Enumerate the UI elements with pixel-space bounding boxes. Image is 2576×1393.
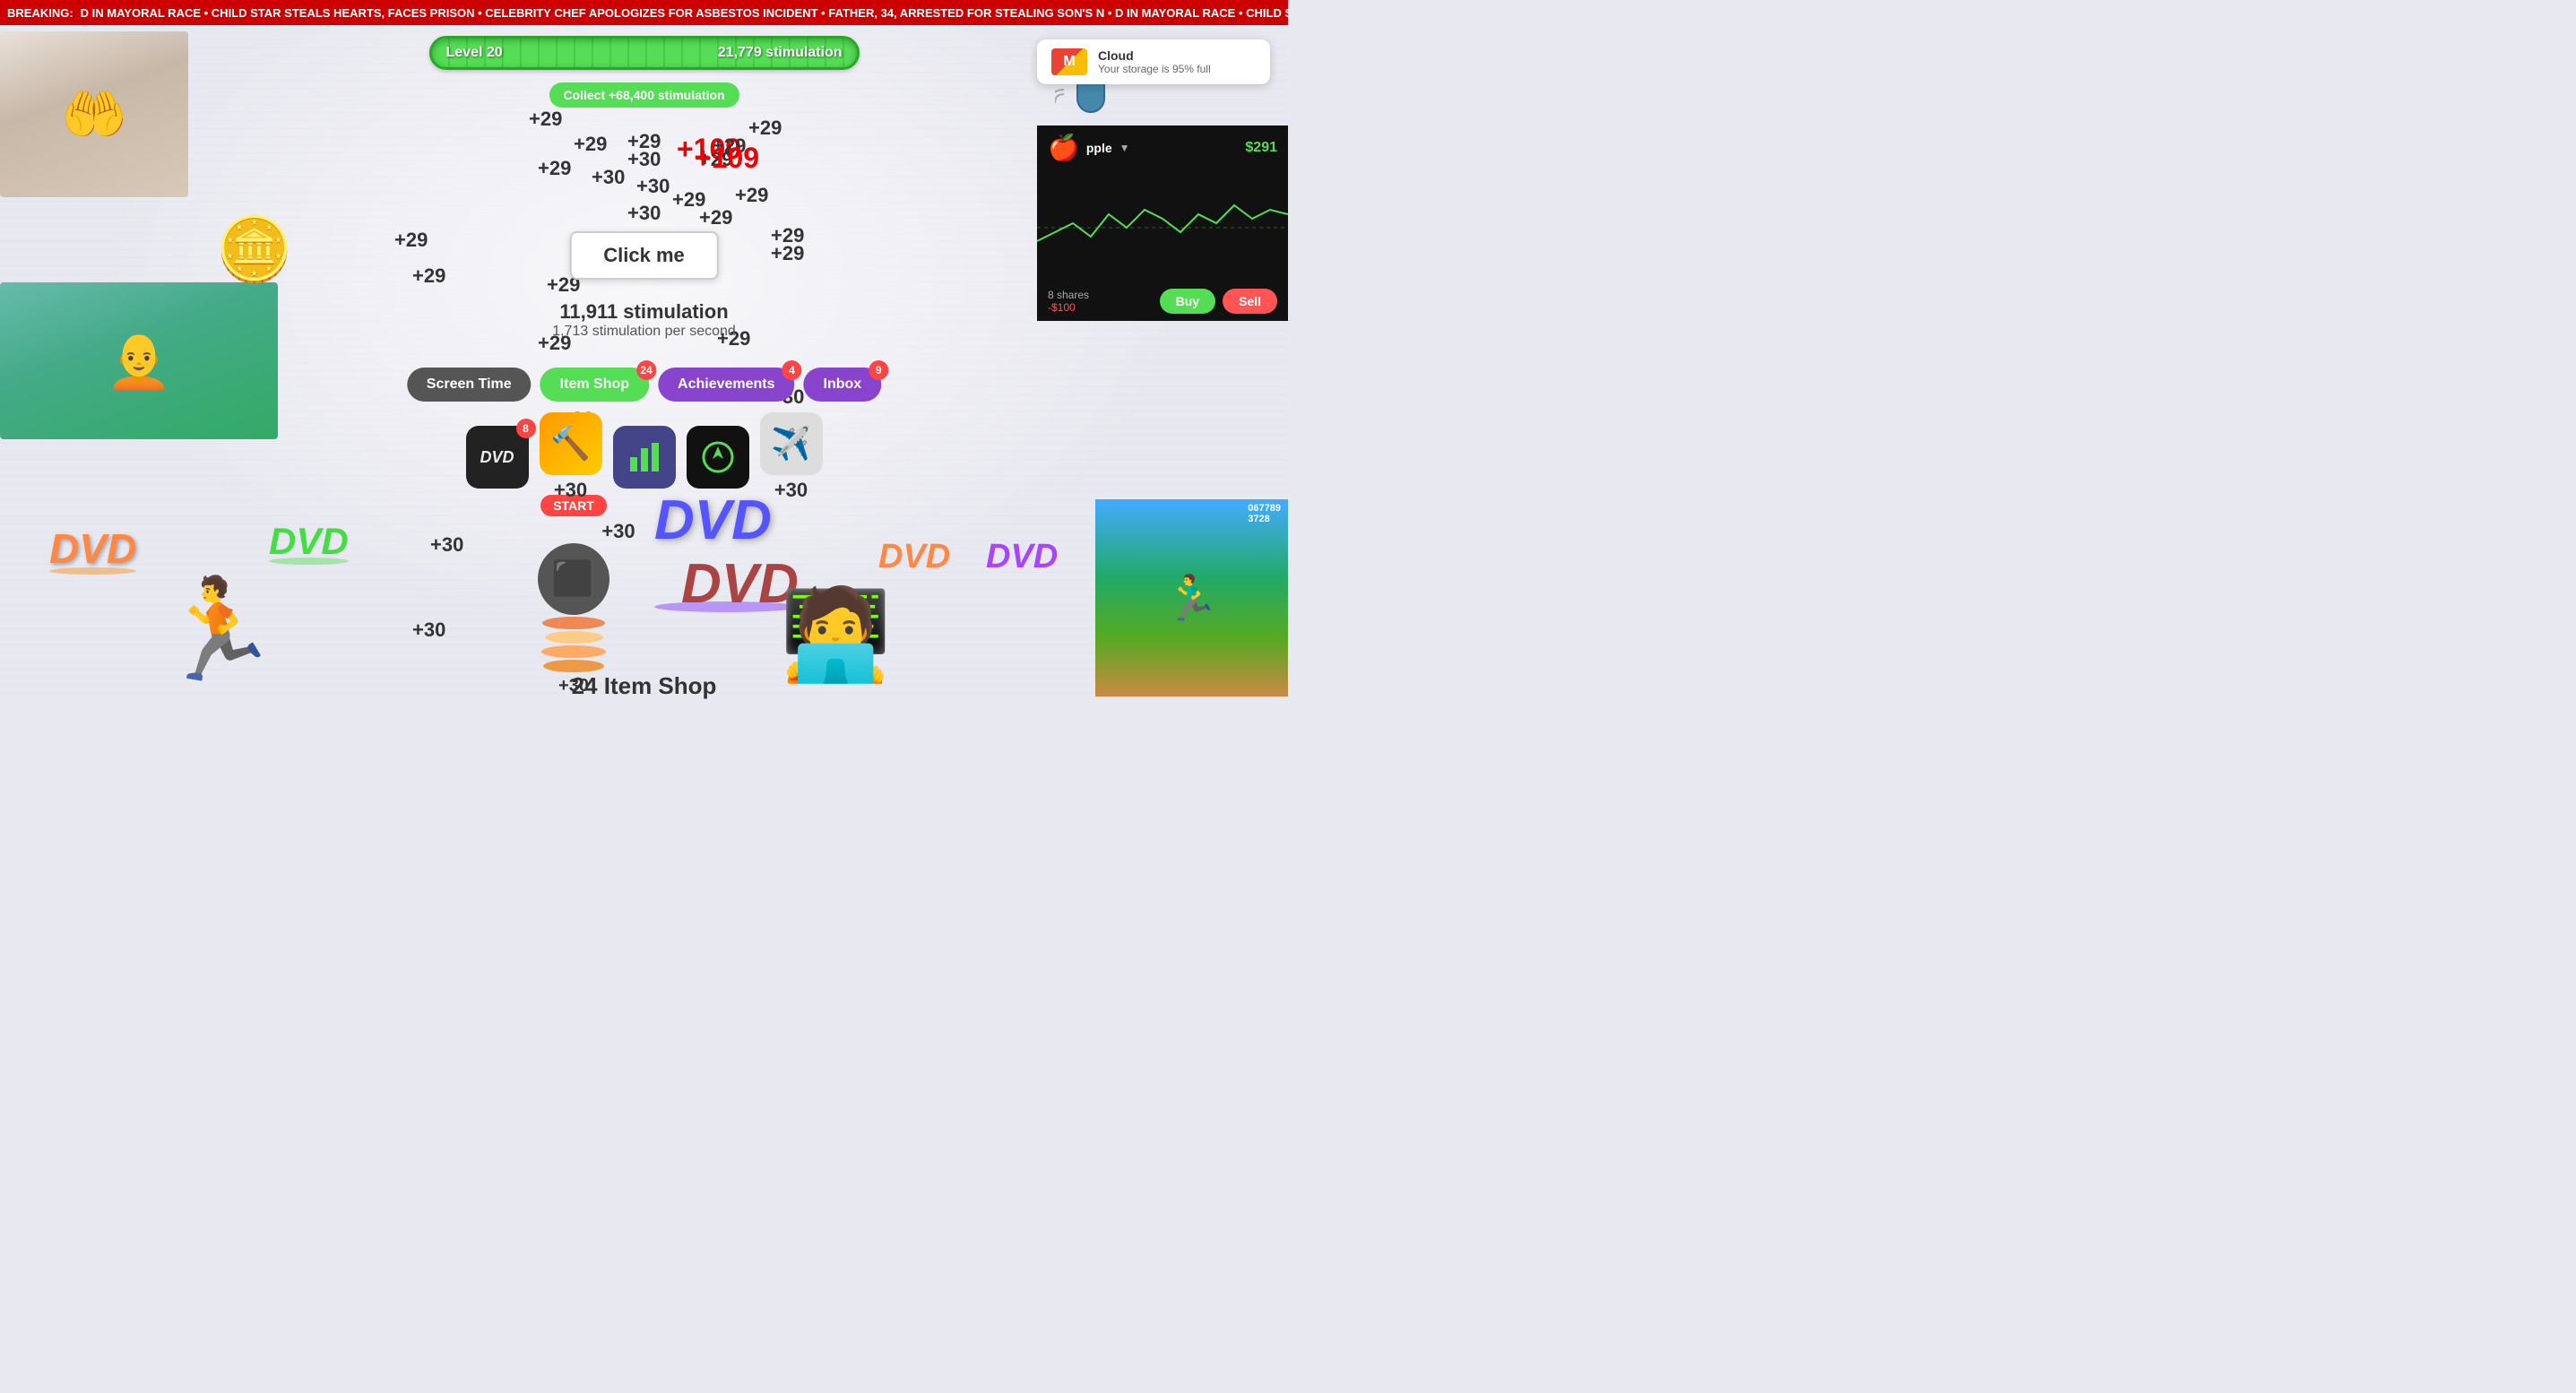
plane-app-icon[interactable]: ✈️ <box>760 412 823 475</box>
float-num-n14: +30 <box>627 202 661 225</box>
ticker-content: D IN MAYORAL RACE • CHILD STAR STEALS HE… <box>81 6 1288 20</box>
level-bar: Level 20 21,779 stimulation <box>429 36 860 70</box>
dvd-logo-right-orange: DVD <box>878 538 950 576</box>
float-num-n7: +29 <box>699 148 732 171</box>
float-num-n17: +29 <box>412 264 445 288</box>
click-me-button[interactable]: Click me <box>569 231 719 280</box>
collect-bubble[interactable]: Collect +68,400 stimulation <box>549 82 739 108</box>
stock-dropdown[interactable]: ▼ <box>1119 142 1130 154</box>
stock-price: $291 <box>1245 140 1277 156</box>
item-shop-text: 24 Item Shop <box>572 672 717 700</box>
nav-buttons: Screen Time Item Shop 24 Achievements 4 … <box>407 368 881 402</box>
dvd-logo-right-purple: DVD <box>986 538 1058 576</box>
screen-time-button[interactable]: Screen Time <box>407 368 532 402</box>
buy-button[interactable]: Buy <box>1160 289 1215 314</box>
chart-app-icon[interactable] <box>613 426 676 489</box>
float-num-n21: +29 <box>538 332 571 355</box>
dvd-logo-green: DVD <box>269 520 349 565</box>
pancake-stack <box>538 617 609 672</box>
gmail-title: Cloud <box>1098 48 1256 63</box>
chest-icon: 🪙 <box>215 213 293 287</box>
float-num-n16: +29 <box>394 229 428 252</box>
stock-left: 🍎 pple ▼ <box>1048 133 1130 162</box>
float-num-n1: +29 <box>529 108 562 131</box>
hammer-plus30: +30 <box>554 479 587 502</box>
item-shop-button[interactable]: Item Shop 24 <box>540 368 649 402</box>
news-ticker: BREAKING: D IN MAYORAL RACE • CHILD STAR… <box>0 0 1288 25</box>
per-sec: 1,713 stimulation per second <box>552 324 736 340</box>
stock-chart <box>1037 169 1288 277</box>
gmail-text: Cloud Your storage is 95% full <box>1098 48 1256 75</box>
runner-plus30b: +30 <box>412 619 445 642</box>
achievements-badge: 4 <box>782 360 802 380</box>
power-app-icon[interactable] <box>687 426 749 489</box>
inbox-badge: 9 <box>869 360 888 380</box>
study-person: 🧑‍💻 <box>780 583 892 688</box>
float-num-n11: +29 <box>672 188 705 212</box>
dvd-logo-blue: DVD DVD <box>654 489 799 612</box>
float-num-n22: +29 <box>717 327 750 350</box>
stock-widget: 🍎 pple ▼ $291 8 shares -$100 Buy Sell <box>1037 125 1288 321</box>
subway-thumb: 🏃‍♂️ 0677893728 <box>1095 499 1288 696</box>
runner-figure: 🏃 <box>157 572 280 688</box>
float-num-n3: +29 <box>627 130 661 153</box>
stock-footer: 8 shares -$100 Buy Sell <box>1037 281 1288 321</box>
float-num-n18: +29 <box>771 224 804 247</box>
pancake-game: START +30 ⬛ +30 <box>538 495 609 696</box>
stock-header: 🍎 pple ▼ $291 <box>1037 125 1288 169</box>
stock-name: pple <box>1086 141 1112 155</box>
float-num-n10: +30 <box>636 175 670 198</box>
float-num-n13: +29 <box>699 206 732 229</box>
float-num-n12: +29 <box>735 184 768 207</box>
stim-stats: 11,911 stimulation 1,713 stimulation per… <box>552 300 736 340</box>
gmail-subtitle: Your storage is 95% full <box>1098 63 1256 75</box>
breaking-label: BREAKING: <box>0 6 81 20</box>
plane-plus30: +30 <box>774 479 808 502</box>
achievements-button[interactable]: Achievements 4 <box>658 368 795 402</box>
hammer-app-icon[interactable]: 🔨 <box>540 412 602 475</box>
thumbnail-2: 🧑‍🦲 <box>0 282 278 439</box>
level-label: Level 20 <box>446 45 503 61</box>
float-num-n15: +109 <box>695 142 759 175</box>
item-shop-badge: 24 <box>636 360 656 380</box>
main-stim: 11,911 stimulation <box>552 300 736 324</box>
runner-plus30: +30 <box>430 533 463 557</box>
gmail-icon: M <box>1051 48 1087 75</box>
stimulation-label: 21,779 stimulation <box>718 45 843 61</box>
thumbnail-1: 🤲 <box>0 31 188 197</box>
float-num-red: +109 <box>677 133 741 166</box>
pancake-plus30b: +30 <box>538 676 609 696</box>
sell-button[interactable]: Sell <box>1223 289 1277 314</box>
app-icons-row: DVD 8 🔨 +30 ✈️ +30 <box>466 412 823 502</box>
pancake-plus30a: +30 <box>583 520 654 543</box>
float-num-n8: +29 <box>538 157 571 180</box>
gmail-notification[interactable]: M Cloud Your storage is 95% full <box>1037 39 1270 84</box>
float-num-n2: +29 <box>574 133 607 156</box>
float-num-n19: +29 <box>771 242 804 265</box>
stock-change: -$100 <box>1048 301 1089 314</box>
stock-shares: 8 shares <box>1048 289 1089 301</box>
float-num-n4: +29 <box>748 117 782 140</box>
float-num-n9: +30 <box>592 166 625 189</box>
stock-icon: 🍎 <box>1048 133 1079 162</box>
pancake-base: ⬛ <box>538 543 609 615</box>
inbox-button[interactable]: Inbox 9 <box>804 368 882 402</box>
dvd-badge: 8 <box>516 419 536 438</box>
dvd-app-icon[interactable]: DVD 8 <box>466 426 529 489</box>
dvd-logo-orange: DVD <box>49 524 136 575</box>
float-num-n5: +29 <box>713 134 746 158</box>
float-num-n6: +30 <box>627 148 661 171</box>
